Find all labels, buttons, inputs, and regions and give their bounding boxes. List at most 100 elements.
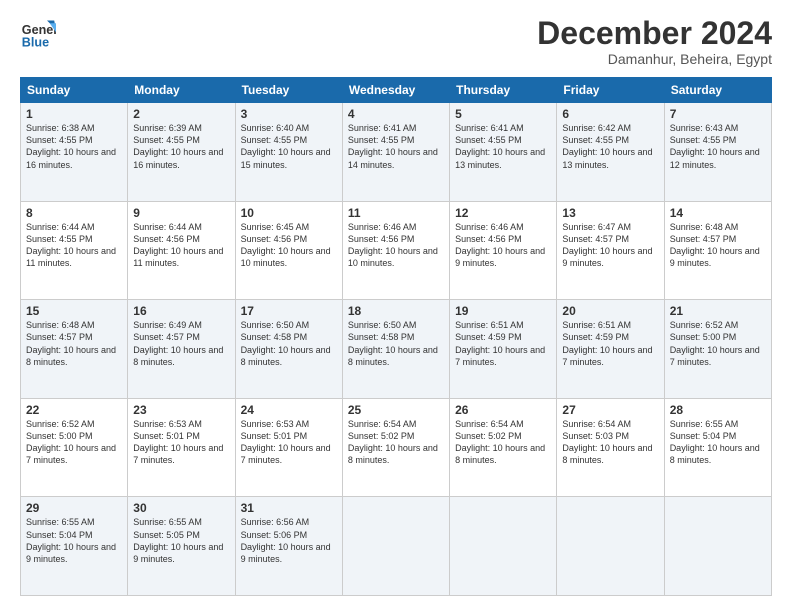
title-block: December 2024 Damanhur, Beheira, Egypt [537, 16, 772, 67]
day-info: Sunrise: 6:53 AMSunset: 5:01 PMDaylight:… [133, 418, 229, 467]
day-number: 9 [133, 206, 229, 220]
page: General Blue December 2024 Damanhur, Beh… [0, 0, 792, 612]
day-info: Sunrise: 6:40 AMSunset: 4:55 PMDaylight:… [241, 122, 337, 171]
day-info: Sunrise: 6:55 AMSunset: 5:04 PMDaylight:… [670, 418, 766, 467]
col-header-friday: Friday [557, 78, 664, 103]
day-info: Sunrise: 6:48 AMSunset: 4:57 PMDaylight:… [26, 319, 122, 368]
day-cell [664, 497, 771, 596]
day-number: 10 [241, 206, 337, 220]
day-cell [557, 497, 664, 596]
day-cell: 8 Sunrise: 6:44 AMSunset: 4:55 PMDayligh… [21, 201, 128, 300]
day-info: Sunrise: 6:41 AMSunset: 4:55 PMDaylight:… [455, 122, 551, 171]
day-cell: 11 Sunrise: 6:46 AMSunset: 4:56 PMDaylig… [342, 201, 449, 300]
day-info: Sunrise: 6:52 AMSunset: 5:00 PMDaylight:… [670, 319, 766, 368]
week-row-5: 29 Sunrise: 6:55 AMSunset: 5:04 PMDaylig… [21, 497, 772, 596]
header: General Blue December 2024 Damanhur, Beh… [20, 16, 772, 67]
day-info: Sunrise: 6:48 AMSunset: 4:57 PMDaylight:… [670, 221, 766, 270]
day-number: 21 [670, 304, 766, 318]
day-info: Sunrise: 6:38 AMSunset: 4:55 PMDaylight:… [26, 122, 122, 171]
day-cell: 19 Sunrise: 6:51 AMSunset: 4:59 PMDaylig… [450, 300, 557, 399]
day-cell: 1 Sunrise: 6:38 AMSunset: 4:55 PMDayligh… [21, 103, 128, 202]
day-number: 25 [348, 403, 444, 417]
day-info: Sunrise: 6:51 AMSunset: 4:59 PMDaylight:… [562, 319, 658, 368]
day-cell: 10 Sunrise: 6:45 AMSunset: 4:56 PMDaylig… [235, 201, 342, 300]
day-number: 14 [670, 206, 766, 220]
day-info: Sunrise: 6:53 AMSunset: 5:01 PMDaylight:… [241, 418, 337, 467]
day-info: Sunrise: 6:49 AMSunset: 4:57 PMDaylight:… [133, 319, 229, 368]
week-row-4: 22 Sunrise: 6:52 AMSunset: 5:00 PMDaylig… [21, 398, 772, 497]
week-row-3: 15 Sunrise: 6:48 AMSunset: 4:57 PMDaylig… [21, 300, 772, 399]
day-number: 8 [26, 206, 122, 220]
day-number: 5 [455, 107, 551, 121]
day-cell: 31 Sunrise: 6:56 AMSunset: 5:06 PMDaylig… [235, 497, 342, 596]
logo: General Blue [20, 16, 56, 52]
day-cell: 14 Sunrise: 6:48 AMSunset: 4:57 PMDaylig… [664, 201, 771, 300]
day-cell: 26 Sunrise: 6:54 AMSunset: 5:02 PMDaylig… [450, 398, 557, 497]
day-number: 24 [241, 403, 337, 417]
day-cell: 24 Sunrise: 6:53 AMSunset: 5:01 PMDaylig… [235, 398, 342, 497]
day-number: 27 [562, 403, 658, 417]
day-number: 4 [348, 107, 444, 121]
day-info: Sunrise: 6:50 AMSunset: 4:58 PMDaylight:… [348, 319, 444, 368]
day-info: Sunrise: 6:44 AMSunset: 4:55 PMDaylight:… [26, 221, 122, 270]
day-number: 29 [26, 501, 122, 515]
day-number: 6 [562, 107, 658, 121]
day-number: 31 [241, 501, 337, 515]
day-number: 28 [670, 403, 766, 417]
day-number: 3 [241, 107, 337, 121]
day-info: Sunrise: 6:42 AMSunset: 4:55 PMDaylight:… [562, 122, 658, 171]
day-info: Sunrise: 6:44 AMSunset: 4:56 PMDaylight:… [133, 221, 229, 270]
day-number: 16 [133, 304, 229, 318]
day-cell [342, 497, 449, 596]
calendar-table: SundayMondayTuesdayWednesdayThursdayFrid… [20, 77, 772, 596]
day-number: 1 [26, 107, 122, 121]
day-cell: 17 Sunrise: 6:50 AMSunset: 4:58 PMDaylig… [235, 300, 342, 399]
day-info: Sunrise: 6:54 AMSunset: 5:03 PMDaylight:… [562, 418, 658, 467]
day-info: Sunrise: 6:43 AMSunset: 4:55 PMDaylight:… [670, 122, 766, 171]
day-number: 26 [455, 403, 551, 417]
day-info: Sunrise: 6:54 AMSunset: 5:02 PMDaylight:… [455, 418, 551, 467]
day-info: Sunrise: 6:50 AMSunset: 4:58 PMDaylight:… [241, 319, 337, 368]
day-info: Sunrise: 6:39 AMSunset: 4:55 PMDaylight:… [133, 122, 229, 171]
logo-icon: General Blue [20, 16, 56, 52]
day-number: 30 [133, 501, 229, 515]
day-cell: 21 Sunrise: 6:52 AMSunset: 5:00 PMDaylig… [664, 300, 771, 399]
col-header-wednesday: Wednesday [342, 78, 449, 103]
day-number: 22 [26, 403, 122, 417]
day-cell: 30 Sunrise: 6:55 AMSunset: 5:05 PMDaylig… [128, 497, 235, 596]
day-info: Sunrise: 6:41 AMSunset: 4:55 PMDaylight:… [348, 122, 444, 171]
day-cell: 12 Sunrise: 6:46 AMSunset: 4:56 PMDaylig… [450, 201, 557, 300]
day-number: 19 [455, 304, 551, 318]
day-cell: 23 Sunrise: 6:53 AMSunset: 5:01 PMDaylig… [128, 398, 235, 497]
day-cell [450, 497, 557, 596]
day-info: Sunrise: 6:46 AMSunset: 4:56 PMDaylight:… [348, 221, 444, 270]
day-cell: 4 Sunrise: 6:41 AMSunset: 4:55 PMDayligh… [342, 103, 449, 202]
day-info: Sunrise: 6:47 AMSunset: 4:57 PMDaylight:… [562, 221, 658, 270]
day-info: Sunrise: 6:52 AMSunset: 5:00 PMDaylight:… [26, 418, 122, 467]
svg-text:Blue: Blue [22, 36, 49, 50]
col-header-tuesday: Tuesday [235, 78, 342, 103]
month-title: December 2024 [537, 16, 772, 51]
day-cell: 20 Sunrise: 6:51 AMSunset: 4:59 PMDaylig… [557, 300, 664, 399]
day-number: 23 [133, 403, 229, 417]
day-info: Sunrise: 6:46 AMSunset: 4:56 PMDaylight:… [455, 221, 551, 270]
col-header-monday: Monday [128, 78, 235, 103]
day-number: 13 [562, 206, 658, 220]
day-cell: 2 Sunrise: 6:39 AMSunset: 4:55 PMDayligh… [128, 103, 235, 202]
day-cell: 7 Sunrise: 6:43 AMSunset: 4:55 PMDayligh… [664, 103, 771, 202]
day-cell: 6 Sunrise: 6:42 AMSunset: 4:55 PMDayligh… [557, 103, 664, 202]
day-info: Sunrise: 6:45 AMSunset: 4:56 PMDaylight:… [241, 221, 337, 270]
day-cell: 25 Sunrise: 6:54 AMSunset: 5:02 PMDaylig… [342, 398, 449, 497]
day-info: Sunrise: 6:56 AMSunset: 5:06 PMDaylight:… [241, 516, 337, 565]
day-number: 17 [241, 304, 337, 318]
day-info: Sunrise: 6:51 AMSunset: 4:59 PMDaylight:… [455, 319, 551, 368]
day-cell: 29 Sunrise: 6:55 AMSunset: 5:04 PMDaylig… [21, 497, 128, 596]
week-row-2: 8 Sunrise: 6:44 AMSunset: 4:55 PMDayligh… [21, 201, 772, 300]
day-info: Sunrise: 6:55 AMSunset: 5:05 PMDaylight:… [133, 516, 229, 565]
week-row-1: 1 Sunrise: 6:38 AMSunset: 4:55 PMDayligh… [21, 103, 772, 202]
day-cell: 27 Sunrise: 6:54 AMSunset: 5:03 PMDaylig… [557, 398, 664, 497]
col-header-thursday: Thursday [450, 78, 557, 103]
day-cell: 28 Sunrise: 6:55 AMSunset: 5:04 PMDaylig… [664, 398, 771, 497]
day-info: Sunrise: 6:54 AMSunset: 5:02 PMDaylight:… [348, 418, 444, 467]
day-number: 18 [348, 304, 444, 318]
